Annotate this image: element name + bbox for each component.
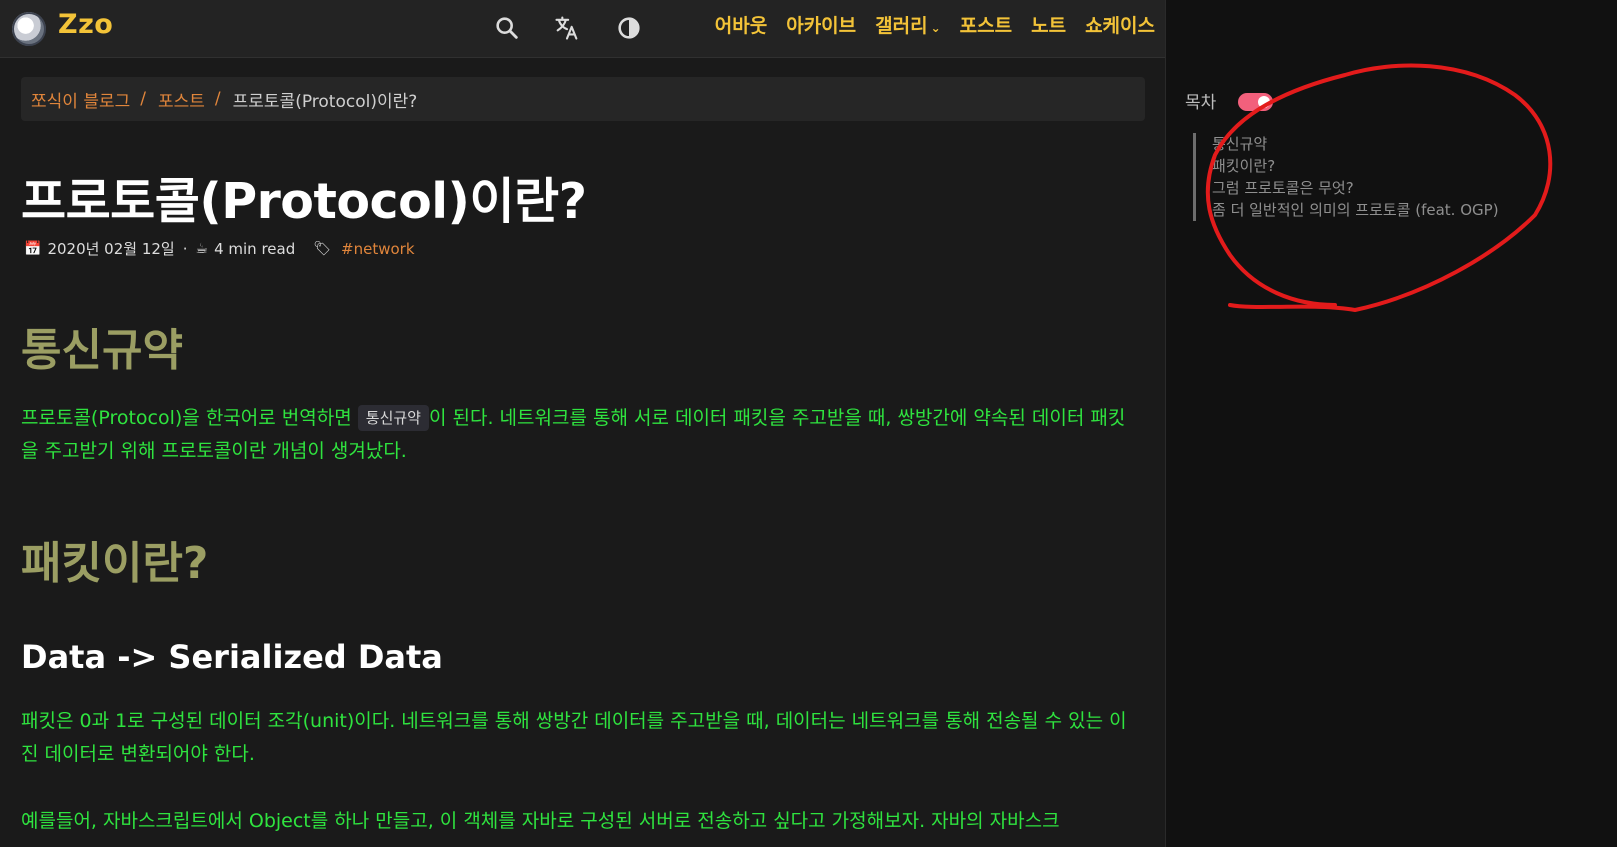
nav-link-archive[interactable]: 아카이브 xyxy=(786,11,856,38)
breadcrumb: 쪼식이 블로그 / 포스트 / 프로토콜(Protocol)이란? xyxy=(21,77,1145,121)
theme-contrast-icon[interactable] xyxy=(615,14,643,42)
site-logo-text[interactable]: Zzo xyxy=(58,9,113,40)
tag-icon: 🏷 xyxy=(313,240,332,257)
paragraph-1-text-a: 프로토콜(Protocol)을 한국어로 번역하면 xyxy=(21,407,358,429)
meta-separator: · xyxy=(182,239,188,258)
calendar-icon: 📅 xyxy=(24,240,42,257)
nav-link-notes[interactable]: 노트 xyxy=(1031,11,1066,38)
paragraph-2: 패킷은 0과 1로 구성된 데이터 조각(unit)이다. 네트워크를 통해 쌍… xyxy=(21,710,1127,765)
paragraph-1: 프로토콜(Protocol)을 한국어로 번역하면 통신규약 이 된다. 네트워크… xyxy=(21,402,1133,468)
nav-links: 어바웃 아카이브 갤러리 ⌄ 포스트 노트 쇼케이스 xyxy=(715,11,1155,38)
breadcrumb-posts[interactable]: 포스트 xyxy=(158,87,205,112)
section-heading-communication: 통신규약 xyxy=(21,325,183,376)
breadcrumb-current: 프로토콜(Protocol)이란? xyxy=(232,91,418,112)
top-navbar: Zzo 어바웃 아카이브 갤러리 ⌄ 포스트 노트 쇼케이스 xyxy=(0,0,1165,58)
annotation-circle xyxy=(1205,63,1553,312)
section-heading-packet: 패킷이란? xyxy=(21,538,209,589)
read-time: 4 min read xyxy=(214,239,296,258)
translate-icon[interactable] xyxy=(553,14,581,42)
post-date: 2020년 02월 12일 xyxy=(47,240,175,258)
search-icon[interactable] xyxy=(493,14,521,42)
coffee-icon: ☕ xyxy=(195,240,209,257)
post-title: 프로토콜(Protocol)이란? xyxy=(21,173,587,230)
nav-link-showcase[interactable]: 쇼케이스 xyxy=(1085,11,1155,38)
breadcrumb-home[interactable]: 쪼식이 블로그 xyxy=(31,87,130,112)
post-tag[interactable]: #network xyxy=(341,240,414,258)
subsection-heading-data: Data -> Serialized Data xyxy=(21,638,443,676)
breadcrumb-separator: / xyxy=(214,89,221,109)
nav-link-gallery-label: 갤러리 xyxy=(875,15,928,37)
nav-link-gallery[interactable]: 갤러리 ⌄ xyxy=(875,11,941,38)
nav-link-posts[interactable]: 포스트 xyxy=(960,11,1012,38)
post-meta: 📅 2020년 02월 12일 · ☕ 4 min read 🏷 #networ… xyxy=(24,238,415,259)
logo-icon[interactable] xyxy=(12,12,46,46)
paragraph-3: 예를들어, 자바스크립트에서 Object를 하나 만들고, 이 객체를 자바로… xyxy=(21,810,1060,832)
breadcrumb-separator: / xyxy=(140,89,146,109)
inline-code: 통신규약 xyxy=(357,405,429,431)
chevron-down-icon: ⌄ xyxy=(930,21,941,35)
main-column: Zzo 어바웃 아카이브 갤러리 ⌄ 포스트 노트 쇼케이스 쪼식이 블로그 / … xyxy=(0,0,1166,847)
nav-link-about[interactable]: 어바웃 xyxy=(715,11,767,38)
